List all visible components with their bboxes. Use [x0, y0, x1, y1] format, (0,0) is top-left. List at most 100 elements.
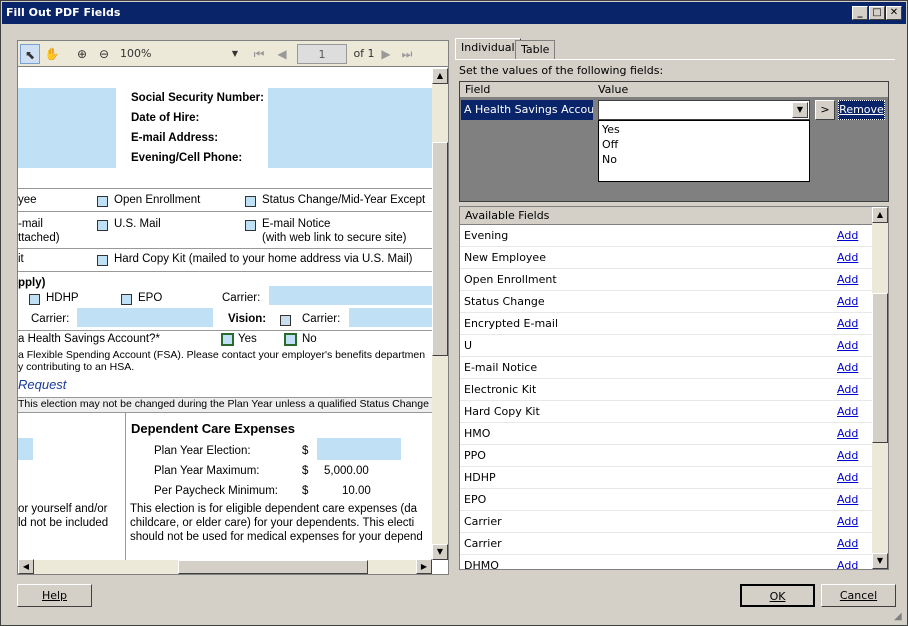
divider — [18, 330, 432, 331]
remove-button[interactable]: Remove — [838, 100, 885, 120]
value-dropdown[interactable]: ▼ — [598, 100, 810, 120]
election-note: This election may not be changed during … — [18, 397, 432, 413]
carrier-field[interactable] — [349, 308, 432, 327]
resize-grip-icon[interactable]: ◢ — [894, 611, 902, 622]
option-yes[interactable]: Yes — [602, 123, 620, 136]
scroll-left-icon[interactable]: ◀ — [18, 559, 34, 574]
viewer-toolbar: ⬉ ✋ ⊕ ⊖ 100% ▼ ⏮ ◀ 1 of 1 ▶ ⏭ — [18, 41, 448, 67]
add-link[interactable]: Add — [837, 449, 858, 462]
open-enrollment-label: Open Enrollment — [114, 194, 201, 206]
vision-checkbox[interactable] — [280, 315, 291, 326]
scroll-down-icon[interactable]: ▼ — [432, 544, 448, 560]
doc-horizontal-scrollbar[interactable]: ◀ ▶ — [18, 559, 432, 574]
scroll-up-icon[interactable]: ▲ — [432, 68, 448, 84]
email-notice-checkbox[interactable] — [245, 220, 256, 231]
add-link[interactable]: Add — [837, 295, 858, 308]
available-field-name: Electronic Kit — [464, 383, 537, 396]
fields-vertical-scrollbar[interactable]: ▲ ▼ — [872, 207, 888, 569]
next-page-icon[interactable]: ▶ — [378, 44, 394, 64]
cancel-button[interactable]: Cancel — [821, 584, 896, 607]
field-header: Field — [465, 83, 491, 96]
add-link[interactable]: Add — [837, 537, 858, 550]
name-field[interactable] — [18, 88, 116, 168]
add-link[interactable]: Add — [837, 405, 858, 418]
hdhp-checkbox[interactable] — [29, 294, 40, 305]
us-mail-checkbox[interactable] — [97, 220, 108, 231]
per-paycheck-min-value: 10.00 — [342, 485, 371, 497]
doc-vertical-scrollbar[interactable]: ▲ ▼ — [432, 68, 448, 560]
available-field-name: New Employee — [464, 251, 546, 264]
select-arrow-icon[interactable]: ⬉ — [20, 44, 40, 64]
apply-value-button[interactable]: > — [815, 100, 835, 120]
minimize-button[interactable]: _ — [852, 6, 868, 20]
plan-year-election-label: Plan Year Election: — [154, 445, 251, 457]
contact-fields[interactable] — [268, 88, 432, 168]
set-values-label: Set the values of the following fields: — [459, 64, 664, 77]
fsa-election-field[interactable] — [18, 438, 33, 460]
hsa-no-checkbox[interactable] — [284, 333, 297, 346]
add-link[interactable]: Add — [837, 361, 858, 374]
scroll-thumb[interactable] — [178, 560, 368, 574]
add-link[interactable]: Add — [837, 493, 858, 506]
hard-copy-checkbox[interactable] — [97, 255, 108, 266]
add-link[interactable]: Add — [837, 427, 858, 440]
maximize-button[interactable]: □ — [869, 6, 885, 20]
prev-page-icon[interactable]: ◀ — [274, 44, 290, 64]
scroll-thumb[interactable] — [872, 293, 888, 443]
zoom-in-icon[interactable]: ⊕ — [72, 44, 92, 64]
carrier-field[interactable] — [77, 308, 213, 327]
first-page-icon[interactable]: ⏮ — [250, 44, 268, 64]
scroll-up-icon[interactable]: ▲ — [872, 207, 888, 223]
field-cell[interactable]: A Health Savings Account — [461, 100, 593, 120]
carrier-field[interactable] — [269, 286, 432, 305]
plan-year-election-field[interactable] — [317, 438, 401, 460]
us-mail-label: U.S. Mail — [114, 218, 161, 230]
add-link[interactable]: Add — [837, 383, 858, 396]
dollar-sign: $ — [302, 445, 309, 457]
divider — [18, 188, 432, 189]
option-off[interactable]: Off — [602, 138, 618, 151]
add-link[interactable]: Add — [837, 251, 858, 264]
status-change-checkbox[interactable] — [245, 196, 256, 207]
help-button[interactable]: Help — [17, 584, 92, 607]
open-enrollment-checkbox[interactable] — [97, 196, 108, 207]
hdhp-label: HDHP — [46, 292, 79, 304]
scroll-down-icon[interactable]: ▼ — [872, 553, 888, 569]
available-fields-list: Available Fields Evening Add New Employee A… — [459, 206, 889, 570]
hand-tool-icon[interactable]: ✋ — [42, 44, 62, 64]
zoom-out-icon[interactable]: ⊖ — [94, 44, 114, 64]
last-page-icon[interactable]: ⏭ — [398, 44, 416, 64]
add-link[interactable]: Add — [837, 559, 858, 569]
chevron-down-icon[interactable]: ▼ — [792, 102, 808, 118]
add-link[interactable]: Add — [837, 515, 858, 528]
available-field-name: PPO — [464, 449, 486, 462]
ssn-label: Social Security Number: — [131, 92, 264, 104]
electronic-kit-label: it — [18, 253, 24, 265]
add-link[interactable]: Add — [837, 273, 858, 286]
hsa-question: a Health Savings Account?* — [18, 333, 160, 345]
fsa-text: ld not be included — [18, 517, 109, 529]
add-link[interactable]: Add — [837, 229, 858, 242]
plan-year-max-label: Plan Year Maximum: — [154, 465, 260, 477]
zoom-select[interactable]: 100% ▼ — [116, 44, 240, 64]
add-link[interactable]: Add — [837, 317, 858, 330]
tab-table[interactable]: Table — [515, 40, 556, 60]
option-no[interactable]: No — [602, 153, 617, 166]
carrier-label: Carrier: — [222, 292, 261, 304]
scroll-thumb[interactable] — [432, 142, 448, 356]
email-label: E-mail Address: — [131, 132, 219, 144]
available-field-row: HMO Add — [460, 423, 872, 445]
add-link[interactable]: Add — [837, 471, 858, 484]
zoom-value: 100% — [120, 47, 152, 60]
add-link[interactable]: Add — [837, 339, 858, 352]
scroll-right-icon[interactable]: ▶ — [416, 559, 432, 574]
tab-individual[interactable]: Individual — [455, 38, 521, 60]
status-change-label: Status Change/Mid-Year Except — [262, 194, 426, 206]
hsa-yes-checkbox[interactable] — [221, 333, 234, 346]
epo-checkbox[interactable] — [121, 294, 132, 305]
page-number-input[interactable]: 1 — [297, 44, 347, 64]
available-field-row: Hard Copy Kit Add — [460, 401, 872, 423]
epo-label: EPO — [138, 292, 163, 304]
close-button[interactable]: ✕ — [886, 6, 902, 20]
ok-button[interactable]: OK — [740, 584, 815, 607]
